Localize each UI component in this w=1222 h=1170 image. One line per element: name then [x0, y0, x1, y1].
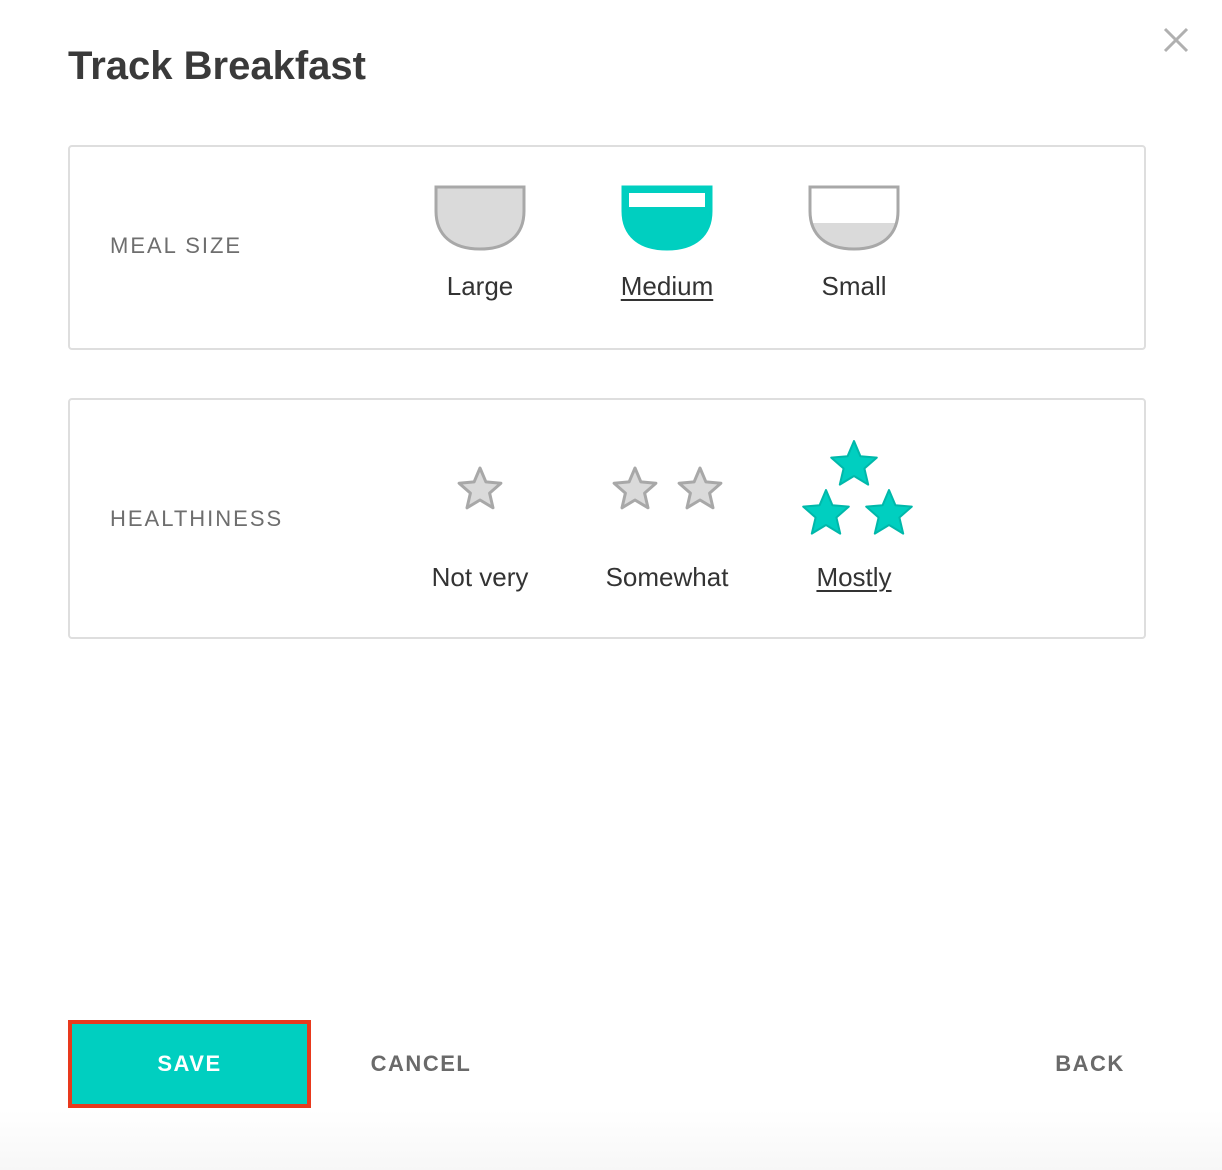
healthiness-label-mostly: Mostly: [816, 562, 892, 592]
healthiness-option-mostly[interactable]: Mostly: [769, 438, 939, 598]
save-button-label: SAVE: [74, 1026, 305, 1102]
healthiness-option-not-very[interactable]: Not very: [395, 438, 565, 598]
back-button[interactable]: BACK: [1030, 1020, 1150, 1108]
healthiness-label-not-very: Not very: [431, 562, 529, 592]
bowl-small-icon: [769, 185, 939, 251]
dialog-title: Track Breakfast: [68, 44, 366, 88]
star-icon: [582, 438, 752, 548]
cancel-button[interactable]: CANCEL: [350, 1020, 492, 1108]
healthiness-label-somewhat: Somewhat: [605, 562, 729, 592]
meal-size-label-large: Large: [446, 271, 514, 301]
bowl-medium-icon: [582, 185, 752, 251]
dialog-footer-shade: [0, 1110, 1222, 1170]
track-meal-dialog: Track Breakfast MEAL SIZE Large Medium S…: [0, 0, 1222, 1170]
star-icon: [769, 438, 939, 548]
meal-size-option-small[interactable]: Small: [769, 185, 939, 315]
meal-size-option-medium[interactable]: Medium: [582, 185, 752, 315]
save-button[interactable]: SAVE: [68, 1020, 311, 1108]
star-icon: [395, 438, 565, 548]
meal-size-label: MEAL SIZE: [110, 233, 243, 258]
meal-size-option-large[interactable]: Large: [395, 185, 565, 315]
meal-size-panel: MEAL SIZE Large Medium Small: [68, 145, 1146, 350]
bowl-full-icon: [395, 185, 565, 251]
healthiness-label: HEALTHINESS: [110, 506, 284, 531]
meal-size-label-small: Small: [821, 271, 887, 301]
healthiness-option-somewhat[interactable]: Somewhat: [582, 438, 752, 598]
close-icon[interactable]: [1158, 22, 1194, 58]
meal-size-label-medium: Medium: [620, 271, 714, 301]
healthiness-panel: HEALTHINESS Not very Somewhat Mostly: [68, 398, 1146, 639]
